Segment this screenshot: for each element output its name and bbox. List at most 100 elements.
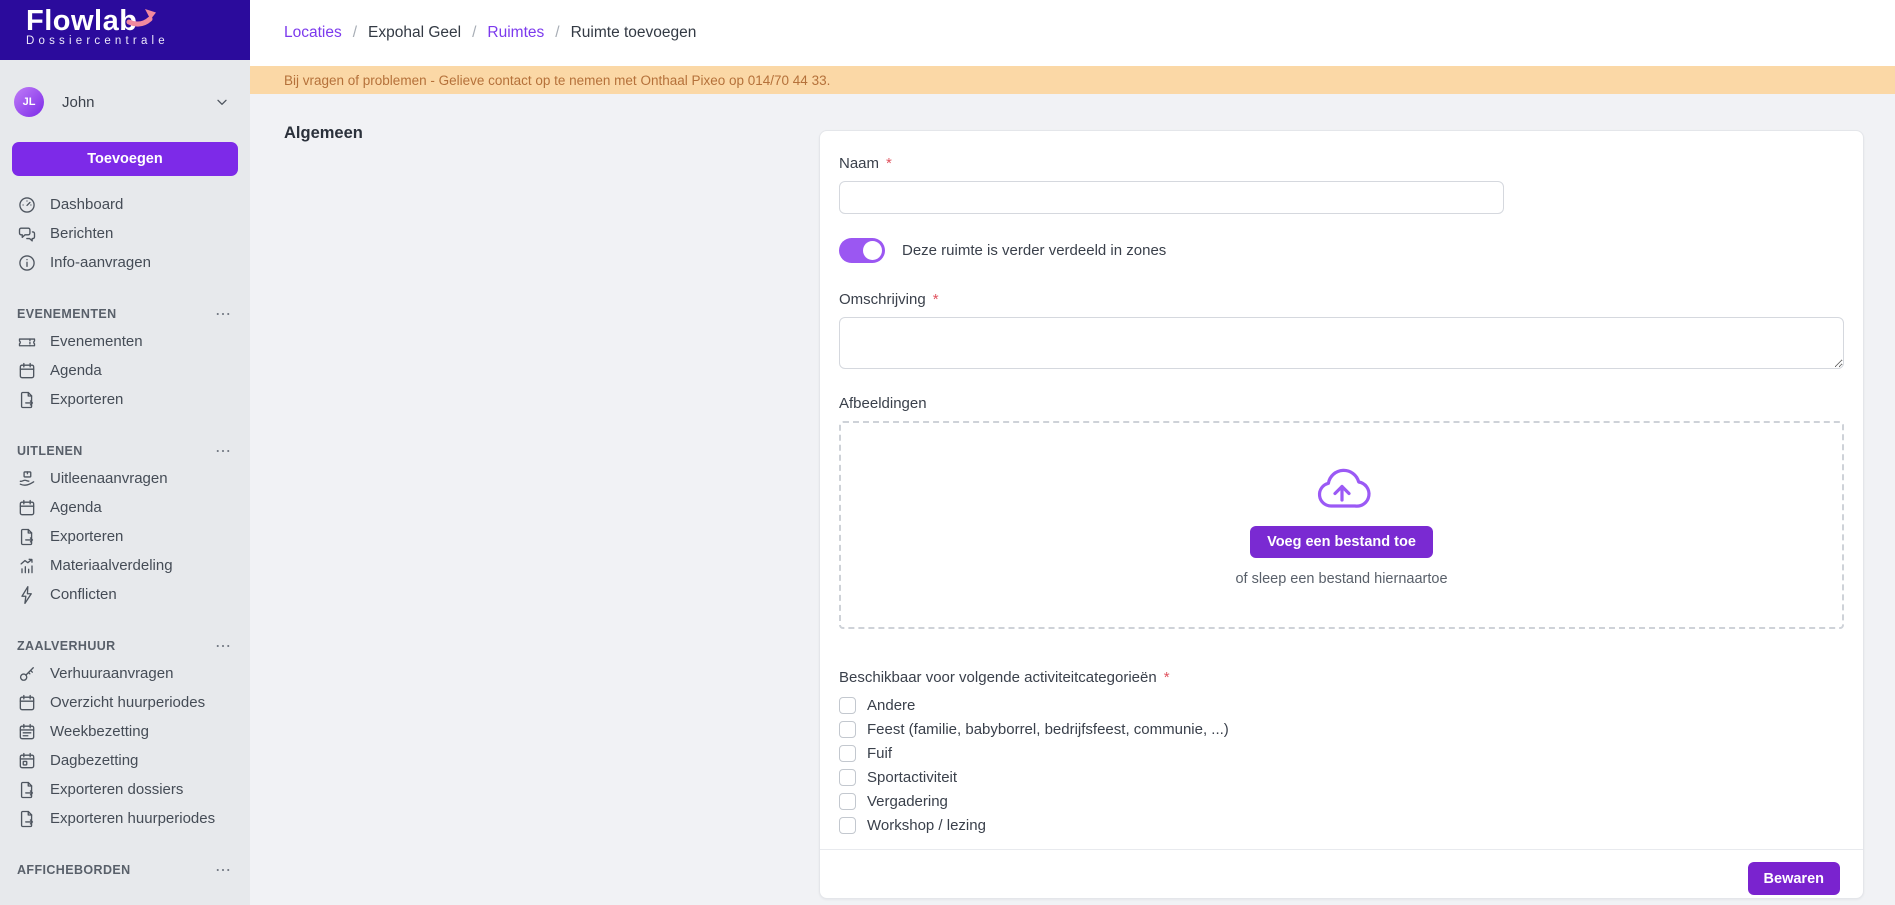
breadcrumb-ruimtes[interactable]: Ruimtes <box>487 24 544 41</box>
checkbox[interactable] <box>839 769 856 786</box>
sidebar-item-exporteren-dossiers[interactable]: Exporteren dossiers <box>0 775 250 804</box>
main-content: Algemeen Naam* Deze ruimte is verder ver… <box>250 94 1895 905</box>
sidebar-item-label: Dagbezetting <box>50 752 138 769</box>
naam-input[interactable] <box>839 181 1504 214</box>
key-icon <box>17 664 37 684</box>
omschrijving-textarea[interactable] <box>839 317 1844 369</box>
sidebar-item-berichten[interactable]: Berichten <box>0 219 250 248</box>
sidebar-item-label: Info-aanvragen <box>50 254 151 271</box>
user-name: John <box>62 94 95 111</box>
sidebar-item-label: Exporteren <box>50 391 123 408</box>
info-icon <box>17 253 37 273</box>
sidebar-nav: Dashboard Berichten Info-aanvragen EVENEMEN… <box>0 190 250 883</box>
breadcrumb-ruimte-toevoegen: Ruimte toevoegen <box>571 24 697 41</box>
sidebar-item-label: Exporteren dossiers <box>50 781 183 798</box>
ellipsis-icon <box>214 305 232 323</box>
categories-label: Beschikbaar voor volgende activiteitcate… <box>839 669 1844 687</box>
sidebar-item-label: Dashboard <box>50 196 123 213</box>
category-option-feest-familie-babyborrel-bedrijfsfeest-communie[interactable]: Feest (familie, babyborrel, bedrijfsfees… <box>839 717 1844 741</box>
sidebar-item-uitleenaanvragen[interactable]: Uitleenaanvragen <box>0 464 250 493</box>
sidebar-item-label: Uitleenaanvragen <box>50 470 168 487</box>
sidebar-item-exporteren-huurperiodes[interactable]: Exporteren huurperiodes <box>0 804 250 833</box>
chevron-down-icon <box>214 94 230 110</box>
checkbox[interactable] <box>839 817 856 834</box>
export-icon <box>17 390 37 410</box>
section-menu-button[interactable] <box>214 861 232 879</box>
sidebar-item-verhuuraanvragen[interactable]: Verhuuraanvragen <box>0 659 250 688</box>
sidebar-item-dashboard[interactable]: Dashboard <box>0 190 250 219</box>
checkbox-label: Fuif <box>867 745 892 762</box>
calendar-icon <box>17 361 37 381</box>
breadcrumb-separator: / <box>555 24 559 41</box>
sidebar-section-title: EVENEMENTEN <box>17 307 117 321</box>
sidebar-item-label: Berichten <box>50 225 113 242</box>
category-option-workshop-lezing[interactable]: Workshop / lezing <box>839 813 1844 837</box>
sidebar-item-exporteren[interactable]: Exporteren <box>0 522 250 551</box>
sidebar: Flowlab Dossiercentrale JL John Toevoege… <box>0 0 250 905</box>
sidebar-item-exporteren[interactable]: Exporteren <box>0 385 250 414</box>
checkbox-label: Vergadering <box>867 793 948 810</box>
toevoegen-button[interactable]: Toevoegen <box>12 142 238 176</box>
notice-banner: Bij vragen of problemen - Gelieve contac… <box>250 66 1895 94</box>
calendar-icon <box>17 693 37 713</box>
app-logo[interactable]: Flowlab Dossiercentrale <box>0 0 250 60</box>
user-menu[interactable]: JL John <box>14 80 236 124</box>
sidebar-item-evenementen[interactable]: Evenementen <box>0 327 250 356</box>
checkbox[interactable] <box>839 793 856 810</box>
breadcrumb: Locaties / Expohal Geel / Ruimtes / Ruimte toe… <box>284 24 696 42</box>
category-checkbox-list: AndereFeest (familie, babyborrel, bedrij… <box>839 693 1844 837</box>
avatar-initials: JL <box>23 96 36 108</box>
section-menu-button[interactable] <box>214 637 232 655</box>
checkbox[interactable] <box>839 697 856 714</box>
sidebar-item-label: Weekbezetting <box>50 723 149 740</box>
drop-hint-text: of sleep een bestand hiernaartoe <box>1235 571 1447 587</box>
sidebar-item-label: Conflicten <box>50 586 117 603</box>
checkbox[interactable] <box>839 745 856 762</box>
app-logo-subtitle: Dossiercentrale <box>26 35 250 47</box>
sidebar-item-materiaalverdeling[interactable]: Materiaalverdeling <box>0 551 250 580</box>
sidebar-item-conflicten[interactable]: Conflicten <box>0 580 250 609</box>
ellipsis-icon <box>214 861 232 879</box>
category-option-andere[interactable]: Andere <box>839 693 1844 717</box>
sidebar-section-title: AFFICHEBORDEN <box>17 863 131 877</box>
required-marker: * <box>886 155 892 173</box>
sidebar-item-overzicht-huurperiodes[interactable]: Overzicht huurperiodes <box>0 688 250 717</box>
checkbox-label: Workshop / lezing <box>867 817 986 834</box>
sidebar-item-label: Exporteren <box>50 528 123 545</box>
add-file-button[interactable]: Voeg een bestand toe <box>1250 526 1433 558</box>
sidebar-section-afficheborden: AFFICHEBORDEN <box>0 857 250 883</box>
zones-toggle[interactable] <box>839 238 885 263</box>
section-menu-button[interactable] <box>214 305 232 323</box>
breadcrumb-separator: / <box>353 24 357 41</box>
section-menu-button[interactable] <box>214 442 232 460</box>
breadcrumb-expohal-geel: Expohal Geel <box>368 24 461 41</box>
sidebar-item-agenda[interactable]: Agenda <box>0 493 250 522</box>
category-option-vergadering[interactable]: Vergadering <box>839 789 1844 813</box>
calendar-week-icon <box>17 722 37 742</box>
cloud-upload-icon <box>1310 464 1374 514</box>
ellipsis-icon <box>214 442 232 460</box>
breadcrumb-locaties[interactable]: Locaties <box>284 24 342 41</box>
ellipsis-icon <box>214 637 232 655</box>
dashboard-icon <box>17 195 37 215</box>
file-dropzone[interactable]: Voeg een bestand toe of sleep een bestan… <box>839 421 1844 629</box>
sidebar-item-dagbezetting[interactable]: Dagbezetting <box>0 746 250 775</box>
sidebar-item-weekbezetting[interactable]: Weekbezetting <box>0 717 250 746</box>
zones-toggle-label: Deze ruimte is verder verdeeld in zones <box>902 242 1166 259</box>
sidebar-item-info-aanvragen[interactable]: Info-aanvragen <box>0 248 250 277</box>
zones-toggle-knob <box>863 241 882 260</box>
checkbox[interactable] <box>839 721 856 738</box>
sidebar-item-label: Evenementen <box>50 333 143 350</box>
category-option-sportactiviteit[interactable]: Sportactiviteit <box>839 765 1844 789</box>
breadcrumb-separator: / <box>472 24 476 41</box>
sidebar-item-agenda[interactable]: Agenda <box>0 356 250 385</box>
category-option-fuif[interactable]: Fuif <box>839 741 1844 765</box>
sidebar-section-title: ZAALVERHUUR <box>17 639 116 653</box>
required-marker: * <box>933 291 939 309</box>
topbar: Locaties / Expohal Geel / Ruimtes / Ruimte toe… <box>250 0 1895 66</box>
save-button[interactable]: Bewaren <box>1748 862 1840 895</box>
messages-icon <box>17 224 37 244</box>
sidebar-section-evenementen: EVENEMENTEN <box>0 301 250 327</box>
page-title: Algemeen <box>284 124 363 143</box>
lend-icon <box>17 469 37 489</box>
